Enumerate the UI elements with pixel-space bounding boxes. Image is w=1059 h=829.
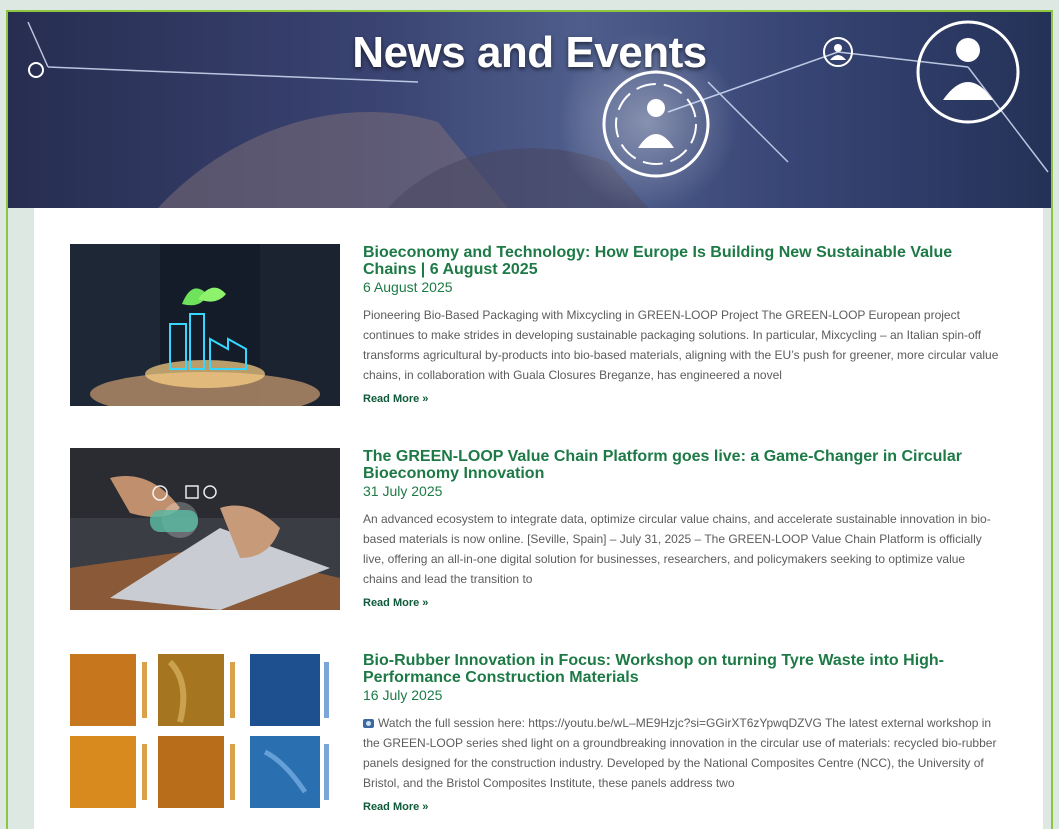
article-date: 31 July 2025 — [363, 483, 443, 499]
article-title[interactable]: Bio-Rubber Innovation in Focus: Workshop… — [363, 652, 1003, 686]
article-excerpt: An advanced ecosystem to integrate data,… — [363, 512, 991, 586]
read-more-link[interactable]: Read More » — [363, 801, 1003, 813]
article-title[interactable]: Bioeconomy and Technology: How Europe Is… — [363, 244, 1003, 278]
article-thumbnail[interactable] — [70, 448, 340, 610]
page-frame: News and Events Bioeconomy and Technolog… — [6, 10, 1053, 829]
news-list: Bioeconomy and Technology: How Europe Is… — [34, 208, 1043, 829]
article-thumbnail[interactable] — [70, 244, 340, 406]
page-scrollbar[interactable] — [1043, 208, 1051, 829]
article-thumbnail[interactable] — [70, 652, 340, 814]
article-excerpt: Watch the full session here: https://you… — [363, 716, 997, 790]
article-date: 16 July 2025 — [363, 687, 443, 703]
read-more-link[interactable]: Read More » — [363, 597, 1003, 609]
hero-banner: News and Events — [8, 12, 1051, 208]
read-more-link[interactable]: Read More » — [363, 393, 1003, 405]
microscopy-grid-image — [70, 652, 340, 814]
hands-holding-glowing-factory-image — [70, 244, 340, 406]
article-title[interactable]: The GREEN-LOOP Value Chain Platform goes… — [363, 448, 1003, 482]
article-excerpt-wrapper: Watch the full session here: https://you… — [363, 713, 1003, 793]
video-camera-icon — [363, 719, 374, 728]
article-date: 6 August 2025 — [363, 279, 453, 295]
article-excerpt: Pioneering Bio-Based Packaging with Mixc… — [363, 308, 999, 382]
laptop-carbon-credits-image — [70, 448, 340, 610]
page-title: News and Events — [352, 28, 707, 77]
